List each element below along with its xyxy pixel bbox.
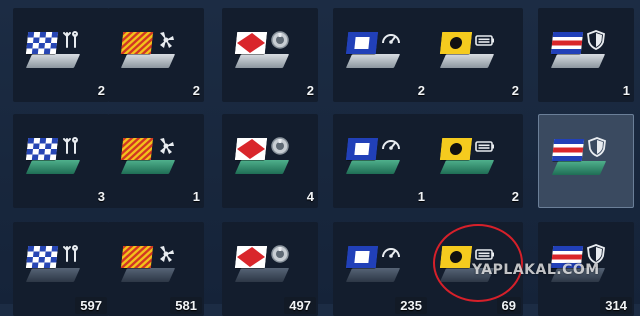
flag-tile-blue-checker[interactable]: 2 bbox=[13, 8, 109, 102]
flag-tile-yellow-dot[interactable]: 2 bbox=[427, 8, 523, 102]
flag-tile-red-diamond[interactable]: 4 bbox=[222, 114, 318, 208]
flag-pedestal bbox=[550, 54, 606, 68]
flag-count: 1 bbox=[622, 83, 630, 98]
flag-pedestal bbox=[439, 54, 495, 68]
flag-tile-red-yellow-diagonal[interactable]: 2 bbox=[108, 8, 204, 102]
flag-pedestal bbox=[25, 268, 81, 282]
gauge-icon bbox=[381, 30, 401, 50]
flag-tile-red-yellow-diagonal[interactable]: 581 bbox=[108, 222, 204, 316]
shield-icon bbox=[587, 137, 607, 157]
red-yellow-diagonal-flag-icon bbox=[120, 32, 154, 54]
battery-icon bbox=[475, 30, 495, 50]
red-diamond-flag-icon bbox=[234, 32, 268, 54]
flag-tile-blue-red-stripes[interactable] bbox=[538, 114, 634, 208]
gauge-icon bbox=[381, 244, 401, 264]
flag-count: 2 bbox=[511, 189, 519, 204]
red-yellow-diagonal-flag-icon bbox=[120, 138, 154, 160]
flag-pedestal bbox=[551, 161, 607, 175]
flag-tile-blue-square[interactable]: 235 bbox=[333, 222, 429, 316]
flag-count: 2 bbox=[511, 83, 519, 98]
blue-red-stripes-flag-icon bbox=[551, 139, 585, 161]
blue-checker-flag-icon bbox=[25, 138, 59, 160]
blue-square-flag-icon bbox=[345, 32, 379, 54]
flag-pedestal bbox=[234, 54, 290, 68]
flag-pedestal bbox=[439, 160, 495, 174]
flag-pedestal bbox=[25, 54, 81, 68]
flag-tile-blue-square[interactable]: 2 bbox=[333, 8, 429, 102]
propeller-icon bbox=[156, 30, 176, 50]
flag-count: 69 bbox=[496, 297, 521, 314]
flag-tile-blue-square[interactable]: 1 bbox=[333, 114, 429, 208]
flag-tile-red-diamond[interactable]: 497 bbox=[222, 222, 318, 316]
wrench-icon bbox=[61, 30, 81, 50]
flag-count: 235 bbox=[395, 297, 427, 314]
flag-count: 2 bbox=[417, 83, 425, 98]
yellow-dot-flag-icon bbox=[439, 32, 473, 54]
flag-count: 2 bbox=[97, 83, 105, 98]
shield-icon bbox=[586, 244, 606, 264]
flag-pedestal bbox=[234, 160, 290, 174]
flag-pedestal bbox=[345, 268, 401, 282]
flag-count: 2 bbox=[192, 83, 200, 98]
wrench-icon bbox=[61, 136, 81, 156]
flag-count: 2 bbox=[306, 83, 314, 98]
blue-square-flag-icon bbox=[345, 246, 379, 268]
blue-checker-flag-icon bbox=[25, 32, 59, 54]
flag-tile-blue-checker[interactable]: 3 bbox=[13, 114, 109, 208]
yellow-dot-flag-icon bbox=[439, 138, 473, 160]
propeller-icon bbox=[156, 136, 176, 156]
flag-count: 497 bbox=[284, 297, 316, 314]
flag-pedestal bbox=[120, 268, 176, 282]
wrench-icon bbox=[61, 244, 81, 264]
gear-medal-icon bbox=[270, 244, 290, 264]
flag-pedestal bbox=[120, 160, 176, 174]
flag-count: 3 bbox=[97, 189, 105, 204]
flag-count: 1 bbox=[417, 189, 425, 204]
propeller-icon bbox=[156, 244, 176, 264]
flag-pedestal bbox=[234, 268, 290, 282]
blue-checker-flag-icon bbox=[25, 246, 59, 268]
gear-medal-icon bbox=[270, 136, 290, 156]
blue-red-stripes-flag-icon bbox=[550, 32, 584, 54]
flag-tile-blue-checker[interactable]: 597 bbox=[13, 222, 109, 316]
flag-count: 581 bbox=[170, 297, 202, 314]
flag-count: 4 bbox=[306, 189, 314, 204]
blue-square-flag-icon bbox=[345, 138, 379, 160]
battery-icon bbox=[475, 136, 495, 156]
flag-count: 1 bbox=[192, 189, 200, 204]
flag-count: 597 bbox=[75, 297, 107, 314]
gauge-icon bbox=[381, 136, 401, 156]
red-diamond-flag-icon bbox=[234, 138, 268, 160]
flag-tile-blue-red-stripes[interactable]: 1 bbox=[538, 8, 634, 102]
flag-tile-yellow-dot[interactable]: 2 bbox=[427, 114, 523, 208]
flag-pedestal bbox=[345, 54, 401, 68]
flag-count: 314 bbox=[600, 297, 632, 314]
red-yellow-diagonal-flag-icon bbox=[120, 246, 154, 268]
flag-pedestal bbox=[345, 160, 401, 174]
gear-medal-icon bbox=[270, 30, 290, 50]
flag-tile-red-yellow-diagonal[interactable]: 1 bbox=[108, 114, 204, 208]
flag-tile-red-diamond[interactable]: 2 bbox=[222, 8, 318, 102]
flag-pedestal bbox=[25, 160, 81, 174]
flag-pedestal bbox=[120, 54, 176, 68]
red-diamond-flag-icon bbox=[234, 246, 268, 268]
watermark: YAPLAKAL.COM bbox=[472, 262, 600, 278]
shield-icon bbox=[586, 30, 606, 50]
